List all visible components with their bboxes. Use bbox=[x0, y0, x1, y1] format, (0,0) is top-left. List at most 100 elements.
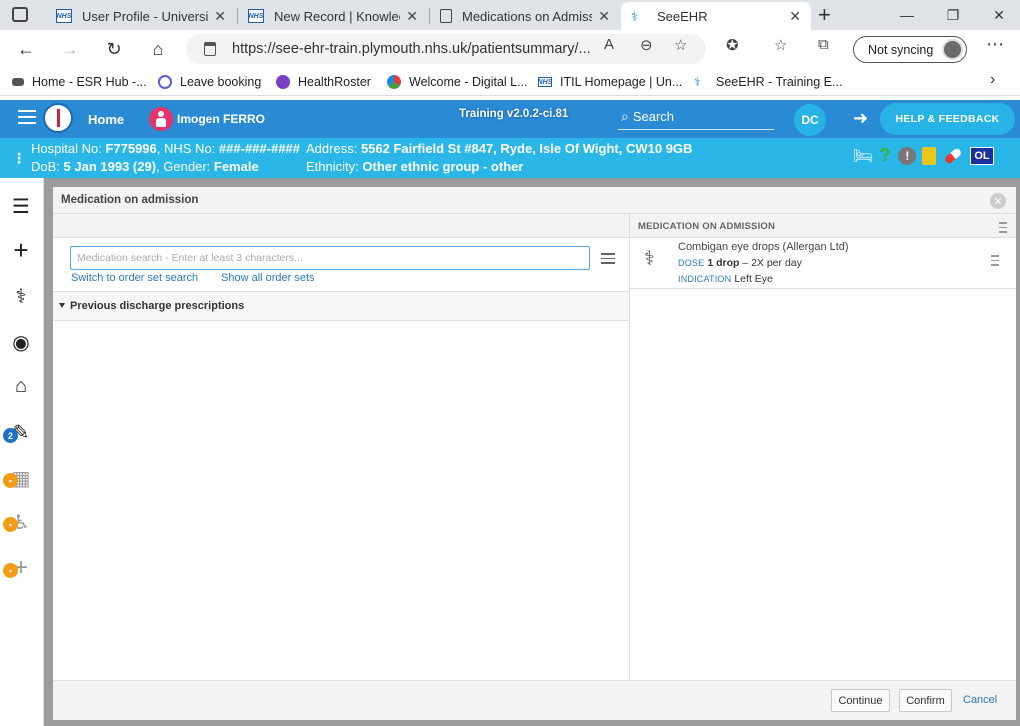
medication-search-input[interactable] bbox=[70, 246, 590, 270]
address: 5562 Fairfield St #847, Ryde, Isle Of Wi… bbox=[360, 141, 693, 156]
lock-icon: ▪ bbox=[3, 517, 18, 532]
address-line: Address: 5562 Fairfield St #847, Ryde, I… bbox=[306, 141, 693, 156]
pill-icon[interactable] bbox=[943, 146, 963, 165]
banner-menu-icon[interactable]: ⋮ bbox=[12, 150, 26, 167]
previous-section-title: Previous discharge prescriptions bbox=[70, 300, 245, 312]
tab-actions-icon[interactable] bbox=[12, 7, 28, 22]
zoom-icon[interactable]: ⊖ bbox=[640, 36, 653, 54]
bed-icon[interactable]: 🛏 bbox=[853, 146, 873, 166]
medication-indication-line: INDICATION Left Eye bbox=[678, 273, 773, 285]
right-pane-menu-icon[interactable] bbox=[999, 222, 1007, 236]
tab-seeehr[interactable]: ⚕ SeeEHR ✕ bbox=[621, 2, 811, 30]
close-window-icon[interactable]: ✕ bbox=[984, 4, 1014, 26]
favorites-icon[interactable]: ☆ bbox=[774, 36, 787, 54]
nhs-favicon-icon: NHS bbox=[56, 9, 72, 23]
lock-icon: ▪ bbox=[3, 473, 18, 488]
medication-caduceus-icon: ⚕ bbox=[644, 248, 655, 270]
home-icon[interactable]: ⌂ bbox=[146, 38, 170, 60]
camera-icon[interactable]: ◉ bbox=[8, 330, 34, 354]
tab-title: New Record | Knowledg bbox=[274, 8, 401, 24]
extensions-icon[interactable]: ✪ bbox=[726, 36, 739, 54]
banner-status-icons: 🛏 ? ! OL bbox=[853, 145, 994, 166]
question-icon[interactable]: ? bbox=[879, 145, 890, 166]
cancel-link[interactable]: Cancel bbox=[963, 694, 997, 706]
show-all-order-sets-link[interactable]: Show all order sets bbox=[221, 272, 315, 284]
house-plus-icon[interactable]: ⌂ bbox=[8, 374, 34, 398]
bookmarks-more-chevron-icon[interactable]: › bbox=[990, 71, 995, 89]
tab-medications-on-admission[interactable]: Medications on Admiss ✕ bbox=[430, 2, 620, 30]
ol-badge[interactable]: OL bbox=[970, 146, 994, 165]
close-tab-icon[interactable]: ✕ bbox=[789, 8, 801, 25]
tab-title: User Profile - University bbox=[82, 8, 209, 24]
training-version-label: Training v2.0.2-ci.81 bbox=[459, 108, 569, 120]
logout-icon[interactable]: ➜ bbox=[853, 108, 868, 129]
seeehr-favicon-icon: ⚕ bbox=[694, 75, 701, 89]
bookmark-leave-booking[interactable]: Leave booking bbox=[158, 72, 261, 92]
medication-name: Combigan eye drops (Allergan Ltd) bbox=[678, 241, 849, 253]
key-icon bbox=[12, 78, 24, 86]
restore-icon[interactable]: ❐ bbox=[938, 4, 968, 26]
ethnicity-line: Ethnicity: Other ethnic group - other bbox=[306, 159, 524, 174]
collections-icon[interactable]: ⧉ bbox=[818, 36, 829, 53]
notification-count-badge: 2 bbox=[3, 428, 18, 443]
dob-gender-line: DoB: 5 Jan 1993 (29), Gender: Female bbox=[31, 159, 259, 174]
allocate-icon bbox=[158, 75, 172, 89]
close-tab-icon[interactable]: ✕ bbox=[214, 8, 226, 25]
bookmark-healthroster[interactable]: HealthRoster bbox=[276, 72, 371, 92]
bookmark-itil-homepage[interactable]: NHS ITIL Homepage | Un... bbox=[537, 72, 683, 92]
minimize-icon[interactable]: — bbox=[892, 4, 922, 26]
sync-label: Not syncing bbox=[868, 42, 934, 57]
list-icon[interactable]: ☰ bbox=[8, 194, 34, 218]
nhs-favicon-icon: NHS bbox=[248, 9, 264, 23]
digital-learning-icon bbox=[387, 75, 401, 89]
lock-icon: ▪ bbox=[3, 563, 18, 578]
profile-avatar bbox=[942, 39, 963, 60]
tab-new-record[interactable]: NHS New Record | Knowledg ✕ bbox=[238, 2, 428, 30]
forward-icon[interactable]: → bbox=[58, 38, 82, 60]
previous-discharge-prescriptions-header[interactable]: Previous discharge prescriptions bbox=[53, 291, 629, 321]
bookmark-digital-learning[interactable]: Welcome - Digital L... bbox=[387, 72, 528, 92]
date-of-birth: 5 Jan 1993 (29) bbox=[63, 159, 157, 174]
nhs-number: ###-###-#### bbox=[218, 141, 300, 156]
stethoscope-icon[interactable]: ⚕ bbox=[8, 284, 34, 308]
medication-item-menu-icon[interactable] bbox=[991, 255, 999, 269]
dose-label: DOSE bbox=[678, 258, 705, 268]
nhs-favicon-icon: NHS bbox=[537, 77, 553, 87]
read-aloud-icon[interactable]: A bbox=[604, 36, 614, 53]
indication-value: Left Eye bbox=[734, 273, 773, 285]
right-pane-header: MEDICATION ON ADMISSION bbox=[630, 214, 1016, 238]
dose-frequency: – 2X per day bbox=[742, 257, 802, 269]
home-link[interactable]: Home bbox=[88, 112, 124, 127]
dose-value: 1 drop bbox=[707, 257, 740, 269]
hamburger-menu-icon[interactable] bbox=[18, 110, 36, 128]
refresh-icon[interactable]: ↻ bbox=[102, 38, 126, 60]
search-options-menu-icon[interactable] bbox=[601, 253, 615, 267]
indication-label: INDICATION bbox=[678, 274, 732, 284]
close-tab-icon[interactable]: ✕ bbox=[406, 8, 418, 25]
help-feedback-button[interactable]: HELP & FEEDBACK bbox=[880, 103, 1015, 135]
alert-icon[interactable]: ! bbox=[898, 146, 917, 165]
right-pane-title: MEDICATION ON ADMISSION bbox=[638, 221, 776, 232]
bookmark-esr-hub[interactable]: Home - ESR Hub -... bbox=[12, 72, 147, 92]
add-icon[interactable]: + bbox=[8, 235, 34, 265]
close-modal-icon[interactable]: ✕ bbox=[990, 193, 1006, 209]
patient-name[interactable]: Imogen FERRO bbox=[177, 112, 265, 126]
new-tab-button[interactable]: + bbox=[818, 2, 831, 28]
continue-button[interactable]: Continue bbox=[831, 689, 890, 712]
clipboard-icon[interactable] bbox=[922, 146, 937, 165]
favorite-add-icon[interactable]: ☆ bbox=[674, 36, 687, 54]
bookmark-seeehr-training[interactable]: ⚕ SeeEHR - Training E... bbox=[694, 72, 842, 92]
more-menu-icon[interactable]: ⋯ bbox=[986, 34, 1004, 55]
user-avatar[interactable]: DC bbox=[794, 104, 826, 136]
confirm-button[interactable]: Confirm bbox=[899, 689, 952, 712]
switch-order-set-link[interactable]: Switch to order set search bbox=[71, 272, 198, 284]
medication-dose-line: DOSE 1 drop – 2X per day bbox=[678, 257, 802, 269]
back-icon[interactable]: ← bbox=[14, 38, 38, 60]
close-tab-icon[interactable]: ✕ bbox=[598, 8, 610, 25]
url-bar[interactable]: https://see-ehr-train.plymouth.nhs.uk/pa… bbox=[186, 34, 706, 64]
tab-user-profile[interactable]: NHS User Profile - University ✕ bbox=[46, 2, 236, 30]
seeehr-favicon-icon: ⚕ bbox=[631, 9, 639, 24]
sync-button[interactable]: Not syncing bbox=[853, 36, 967, 63]
hospital-number: F775996 bbox=[105, 141, 157, 156]
global-search[interactable]: ⌕ Search bbox=[618, 104, 774, 130]
